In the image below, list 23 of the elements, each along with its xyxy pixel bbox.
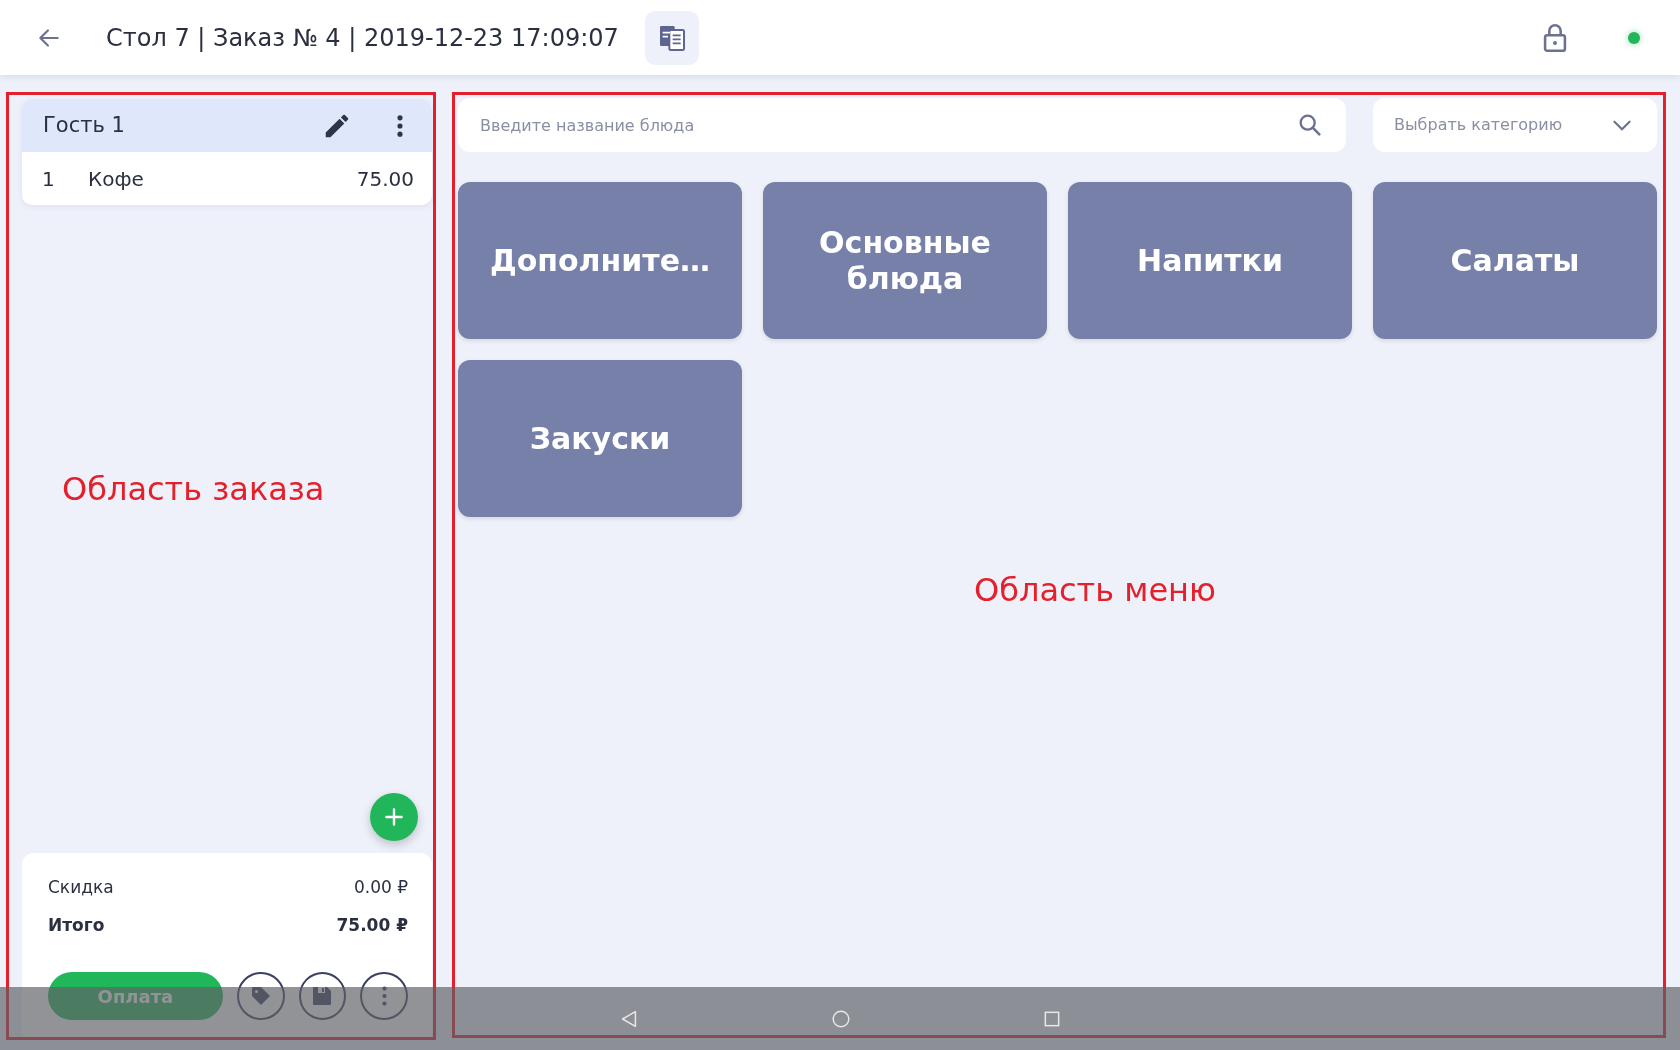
category-tile[interactable]: Основные блюда	[763, 182, 1047, 339]
category-tile[interactable]: Салаты	[1373, 182, 1657, 339]
category-tile[interactable]: Закуски	[458, 360, 742, 517]
add-button[interactable]	[370, 793, 418, 841]
window-title: Стол 7 | Заказ № 4 | 2019-12-23 17:09:07	[106, 22, 619, 54]
category-dropdown[interactable]: Выбрать категорию	[1373, 98, 1657, 152]
item-quantity: 1	[42, 165, 56, 193]
summary-value: 75.00 ₽	[336, 913, 408, 937]
summary-label: Скидка	[48, 876, 114, 899]
more-icon	[381, 986, 387, 1006]
summary-label: Итого	[48, 913, 105, 937]
category-tile[interactable]: Дополните…	[458, 182, 742, 339]
guest-name: Гость 1	[43, 111, 126, 139]
item-name: Кофе	[88, 165, 145, 193]
discount-button[interactable]	[236, 972, 285, 1020]
annotation-label: Область меню	[974, 570, 1216, 611]
item-price: 75.00	[356, 165, 414, 193]
annotation-label: Область заказа	[62, 469, 325, 510]
more-button[interactable]	[360, 972, 408, 1020]
summary-value: 0.00 ₽	[353, 876, 408, 899]
save-button[interactable]	[298, 972, 347, 1020]
category-tile[interactable]: Напитки	[1068, 182, 1352, 339]
translate-button[interactable]	[644, 10, 699, 65]
